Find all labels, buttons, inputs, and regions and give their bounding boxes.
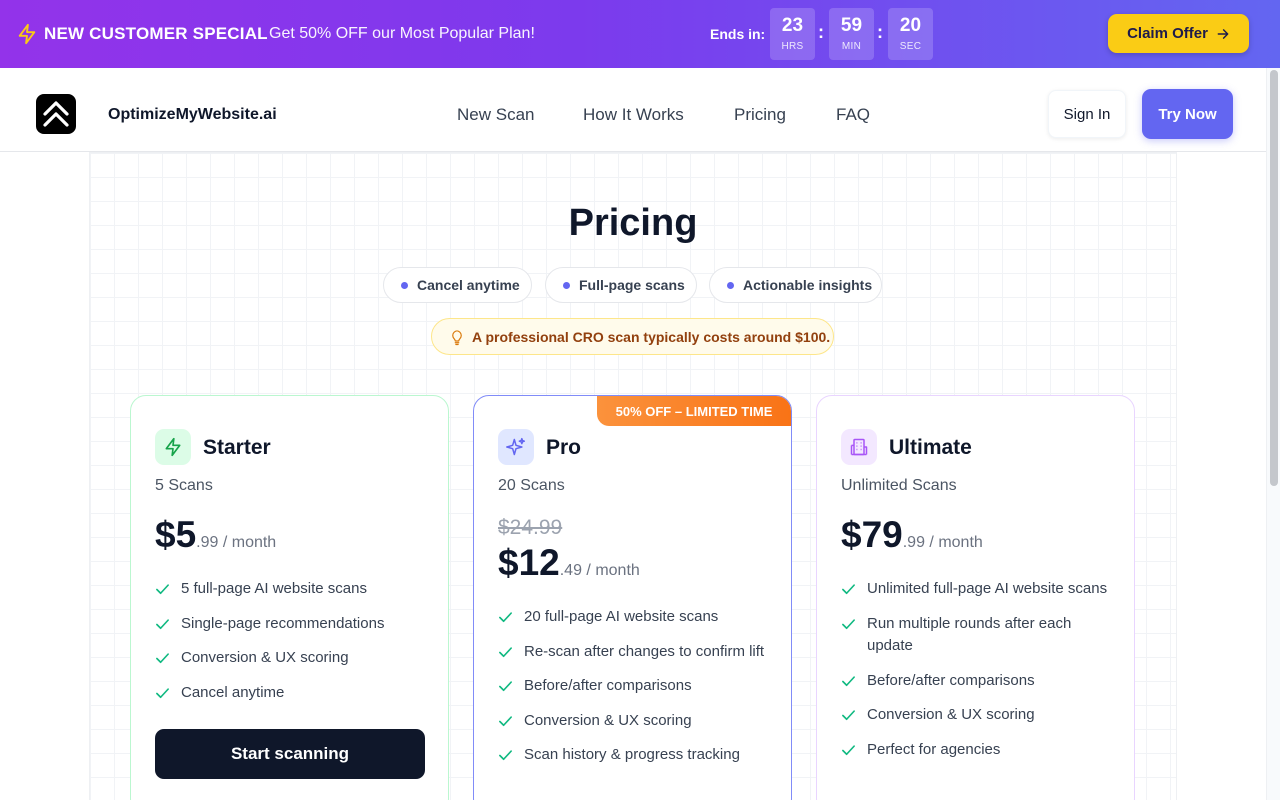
double-chevron-up-icon — [43, 101, 69, 127]
lightning-icon — [155, 429, 191, 465]
brand-name[interactable]: OptimizeMyWebsite.ai — [108, 106, 277, 124]
check-icon — [499, 612, 512, 623]
check-icon — [842, 675, 855, 686]
original-price: $24.99 — [498, 516, 563, 539]
promo-subtext: Get 50% OFF our Most Popular Plan! — [269, 25, 535, 42]
page-scrollbar[interactable] — [1266, 68, 1280, 800]
bullet-dot — [727, 282, 734, 289]
plan-price: $5.99 / month — [155, 514, 277, 555]
promo-headline: NEW CUSTOMER SPECIAL — [44, 24, 268, 43]
feature-item: Run multiple rounds after each update — [841, 613, 1121, 658]
check-icon — [499, 646, 512, 657]
feature-pill: Full-page scans — [545, 267, 697, 303]
top-nav: OptimizeMyWebsite.ai New Scan How It Wor… — [0, 68, 1266, 152]
check-icon — [156, 687, 169, 698]
feature-item: Cancel anytime — [155, 682, 435, 705]
plan-card-ultimate: Ultimate Unlimited Scans $79.99 / month … — [816, 395, 1135, 800]
nav-link-pricing[interactable]: Pricing — [734, 105, 786, 125]
page-title: Pricing — [568, 202, 698, 244]
feature-item: Conversion & UX scoring — [155, 647, 435, 670]
try-now-button[interactable]: Try Now — [1142, 89, 1233, 139]
sparkles-icon — [498, 429, 534, 465]
discount-badge: 50% OFF – LIMITED TIME — [597, 396, 791, 426]
building-icon — [841, 429, 877, 465]
feature-item: Before/after comparisons — [498, 675, 778, 698]
plan-name: Ultimate — [889, 436, 972, 459]
check-icon — [842, 584, 855, 595]
feature-item: Conversion & UX scoring — [841, 704, 1121, 727]
lightbulb-icon — [452, 330, 462, 346]
plan-price: $79.99 / month — [841, 514, 983, 555]
start-scanning-button[interactable]: Start scanning — [155, 729, 425, 779]
lightning-bolt-icon — [18, 23, 36, 45]
check-icon — [499, 750, 512, 761]
arrow-right-icon — [1217, 28, 1229, 39]
feature-item: Conversion & UX scoring — [498, 710, 778, 733]
feature-pill: Actionable insights — [709, 267, 882, 303]
plan-card-pro: 50% OFF – LIMITED TIME Pro 20 Scans $24.… — [473, 395, 792, 800]
scrollbar-thumb[interactable] — [1270, 70, 1278, 486]
plan-card-starter: Starter 5 Scans $5.99 / month 5 full-pag… — [130, 395, 449, 800]
sign-in-button[interactable]: Sign In — [1048, 90, 1126, 138]
check-icon — [499, 681, 512, 692]
claim-offer-label: Claim Offer — [1127, 25, 1208, 42]
feature-item: Re-scan after changes to confirm lift — [498, 641, 778, 664]
plan-scans: 20 Scans — [498, 477, 565, 494]
check-icon — [499, 715, 512, 726]
plan-scans: 5 Scans — [155, 477, 213, 494]
nav-link-faq[interactable]: FAQ — [836, 105, 870, 125]
feature-item: 20 full-page AI website scans — [498, 606, 778, 629]
feature-item: 5 full-page AI website scans — [155, 578, 435, 601]
countdown-hours: 23 HRS — [770, 8, 815, 60]
countdown-minutes: 59 MIN — [829, 8, 874, 60]
claim-offer-button[interactable]: Claim Offer — [1108, 14, 1249, 53]
nav-link-how-it-works[interactable]: How It Works — [583, 105, 684, 125]
feature-item: Before/after comparisons — [841, 670, 1121, 693]
check-icon — [156, 584, 169, 595]
feature-item: Unlimited full-page AI website scans — [841, 578, 1121, 601]
nav-link-new-scan[interactable]: New Scan — [457, 105, 534, 125]
check-icon — [156, 653, 169, 664]
cost-note: A professional CRO scan typically costs … — [431, 318, 834, 355]
plan-features: Unlimited full-page AI website scans Run… — [841, 578, 1121, 773]
check-icon — [156, 618, 169, 629]
plan-scans: Unlimited Scans — [841, 477, 957, 494]
countdown-label: Ends in: — [710, 26, 766, 42]
brand-logo[interactable] — [36, 94, 76, 134]
feature-item: Single-page recommendations — [155, 613, 435, 636]
countdown-separator: : — [877, 22, 883, 42]
check-icon — [842, 744, 855, 755]
countdown-separator: : — [818, 22, 824, 42]
plan-features: 5 full-page AI website scans Single-page… — [155, 578, 435, 716]
feature-item: Scan history & progress tracking — [498, 744, 778, 767]
promo-banner: NEW CUSTOMER SPECIAL Get 50% OFF our Mos… — [0, 0, 1280, 68]
check-icon — [842, 618, 855, 629]
feature-item: Perfect for agencies — [841, 739, 1121, 762]
countdown-seconds: 20 SEC — [888, 8, 933, 60]
plan-price: $12.49 / month — [498, 542, 640, 583]
plan-name: Pro — [546, 436, 582, 459]
check-icon — [842, 710, 855, 721]
plan-name: Starter — [203, 436, 271, 459]
plan-features: 20 full-page AI website scans Re-scan af… — [498, 606, 778, 779]
bullet-dot — [563, 282, 570, 289]
bullet-dot — [401, 282, 408, 289]
feature-pill: Cancel anytime — [383, 267, 532, 303]
